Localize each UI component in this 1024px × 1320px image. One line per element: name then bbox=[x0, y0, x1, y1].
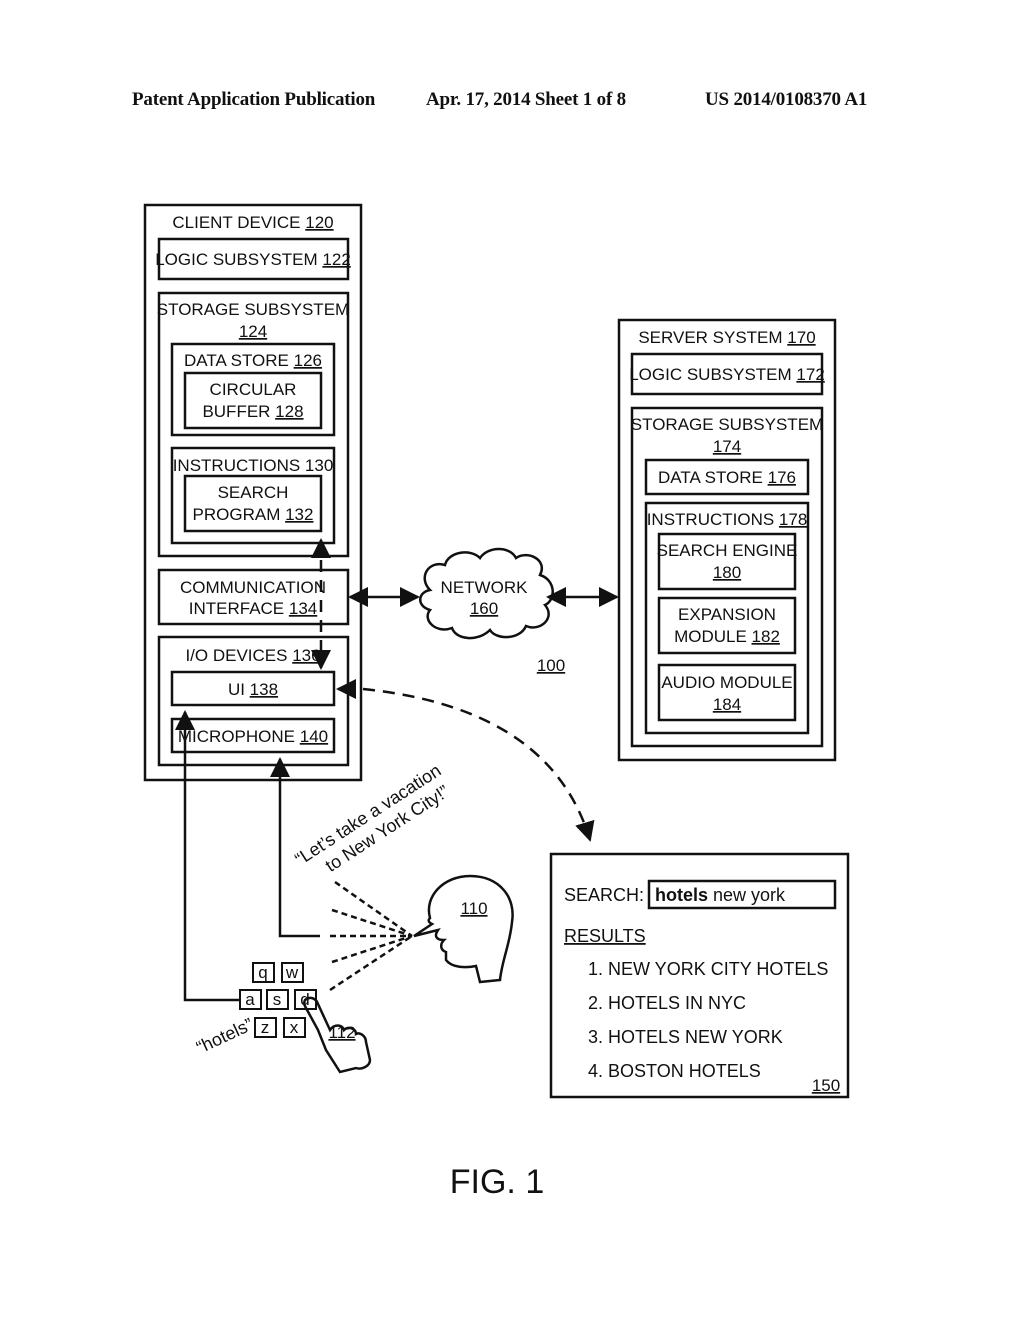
system-reference: 100 bbox=[537, 656, 565, 675]
search-engine: SEARCH ENGINE 180 bbox=[657, 532, 798, 591]
typed-text: “hotels” bbox=[193, 1014, 256, 1057]
svg-text:z: z bbox=[261, 1018, 270, 1037]
audio-module: AUDIO MODULE 184 bbox=[657, 663, 797, 722]
server-logic-subsystem: LOGIC SUBSYSTEM 172 bbox=[629, 352, 825, 396]
svg-text:184: 184 bbox=[713, 695, 741, 714]
svg-text:EXPANSION: EXPANSION bbox=[678, 605, 776, 624]
svg-text:s: s bbox=[273, 990, 282, 1009]
svg-text:NETWORK: NETWORK bbox=[441, 578, 529, 597]
svg-text:BUFFER 128: BUFFER 128 bbox=[202, 402, 303, 421]
search-label: SEARCH: bbox=[564, 885, 644, 905]
svg-text:INTERFACE 134: INTERFACE 134 bbox=[189, 599, 318, 618]
key-a: a bbox=[239, 989, 262, 1010]
svg-text:SEARCH ENGINE: SEARCH ENGINE bbox=[657, 541, 798, 560]
results-heading: RESULTS bbox=[564, 926, 646, 946]
speech-rays bbox=[329, 880, 413, 992]
svg-text:180: 180 bbox=[713, 563, 741, 582]
svg-text:“hotels”: “hotels” bbox=[193, 1014, 256, 1057]
client-logic-subsystem: LOGIC SUBSYSTEM 122 bbox=[155, 237, 351, 281]
microphone-box: MICROPHONE 140 bbox=[170, 717, 336, 754]
figure-label: FIG. 1 bbox=[450, 1163, 544, 1201]
server-data-store: DATA STORE 176 bbox=[644, 458, 810, 496]
svg-text:a: a bbox=[245, 990, 255, 1009]
hand-reference: 112 bbox=[328, 1023, 355, 1042]
patent-figure: CLIENT DEVICE 120 LOGIC SUBSYSTEM 122 ST… bbox=[143, 203, 850, 1201]
svg-text:DATA STORE 176: DATA STORE 176 bbox=[658, 468, 796, 487]
result-item[interactable]: 1. NEW YORK CITY HOTELS bbox=[588, 959, 828, 979]
user-head-icon: 110 bbox=[413, 874, 514, 984]
search-query[interactable]: hotels new york bbox=[655, 885, 786, 905]
key-q: q bbox=[252, 962, 275, 983]
svg-text:AUDIO MODULE: AUDIO MODULE bbox=[661, 673, 792, 692]
svg-text:160: 160 bbox=[470, 599, 498, 618]
svg-text:w: w bbox=[285, 963, 299, 982]
keyboard-ui-arrow bbox=[175, 710, 245, 1002]
result-item[interactable]: 3. HOTELS NEW YORK bbox=[588, 1027, 783, 1047]
svg-text:STORAGE SUBSYSTEM: STORAGE SUBSYSTEM bbox=[157, 300, 349, 319]
svg-text:CIRCULAR: CIRCULAR bbox=[210, 380, 297, 399]
svg-text:SERVER SYSTEM 170: SERVER SYSTEM 170 bbox=[638, 328, 815, 347]
svg-text:LOGIC SUBSYSTEM 122: LOGIC SUBSYSTEM 122 bbox=[155, 250, 351, 269]
network-cloud: NETWORK 160 bbox=[419, 547, 554, 640]
svg-text:INSTRUCTIONS 130: INSTRUCTIONS 130 bbox=[173, 456, 334, 475]
svg-text:LOGIC SUBSYSTEM 172: LOGIC SUBSYSTEM 172 bbox=[629, 365, 825, 384]
svg-text:UI 138: UI 138 bbox=[228, 680, 278, 699]
ui-box: UI 138 bbox=[170, 670, 336, 707]
expansion-module: EXPANSION MODULE 182 bbox=[657, 596, 797, 655]
key-w: w bbox=[281, 962, 304, 983]
results-panel-reference: 150 bbox=[812, 1076, 840, 1095]
svg-text:MODULE 182: MODULE 182 bbox=[674, 627, 780, 646]
communication-interface: COMMUNICATION INTERFACE 134 bbox=[157, 568, 350, 626]
svg-text:DATA STORE 126: DATA STORE 126 bbox=[184, 351, 322, 370]
svg-text:124: 124 bbox=[239, 322, 267, 341]
svg-text:174: 174 bbox=[713, 437, 741, 456]
user-reference: 110 bbox=[460, 899, 487, 918]
result-item[interactable]: 4. BOSTON HOTELS bbox=[588, 1061, 761, 1081]
result-item[interactable]: 2. HOTELS IN NYC bbox=[588, 993, 746, 1013]
search-program: SEARCH PROGRAM 132 bbox=[183, 474, 323, 533]
svg-text:STORAGE SUBSYSTEM: STORAGE SUBSYSTEM bbox=[631, 415, 823, 434]
key-z: z bbox=[254, 1017, 277, 1038]
key-s: s bbox=[266, 989, 289, 1010]
svg-text:SEARCH: SEARCH bbox=[218, 483, 289, 502]
client-device-label: CLIENT DEVICE 120 bbox=[172, 213, 333, 232]
svg-text:PROGRAM 132: PROGRAM 132 bbox=[193, 505, 314, 524]
svg-text:INSTRUCTIONS 178: INSTRUCTIONS 178 bbox=[647, 510, 808, 529]
svg-text:q: q bbox=[258, 963, 267, 982]
svg-text:I/O DEVICES 136: I/O DEVICES 136 bbox=[185, 646, 320, 665]
key-x: x bbox=[283, 1017, 306, 1038]
circular-buffer: CIRCULAR BUFFER 128 bbox=[183, 371, 323, 430]
svg-text:x: x bbox=[290, 1018, 299, 1037]
svg-text:COMMUNICATION: COMMUNICATION bbox=[180, 578, 326, 597]
svg-text:MICROPHONE 140: MICROPHONE 140 bbox=[178, 727, 328, 746]
server-system-box: SERVER SYSTEM 170 bbox=[617, 318, 837, 762]
search-results-panel: SEARCH: hotels new york RESULTS 1. NEW Y… bbox=[549, 852, 850, 1099]
